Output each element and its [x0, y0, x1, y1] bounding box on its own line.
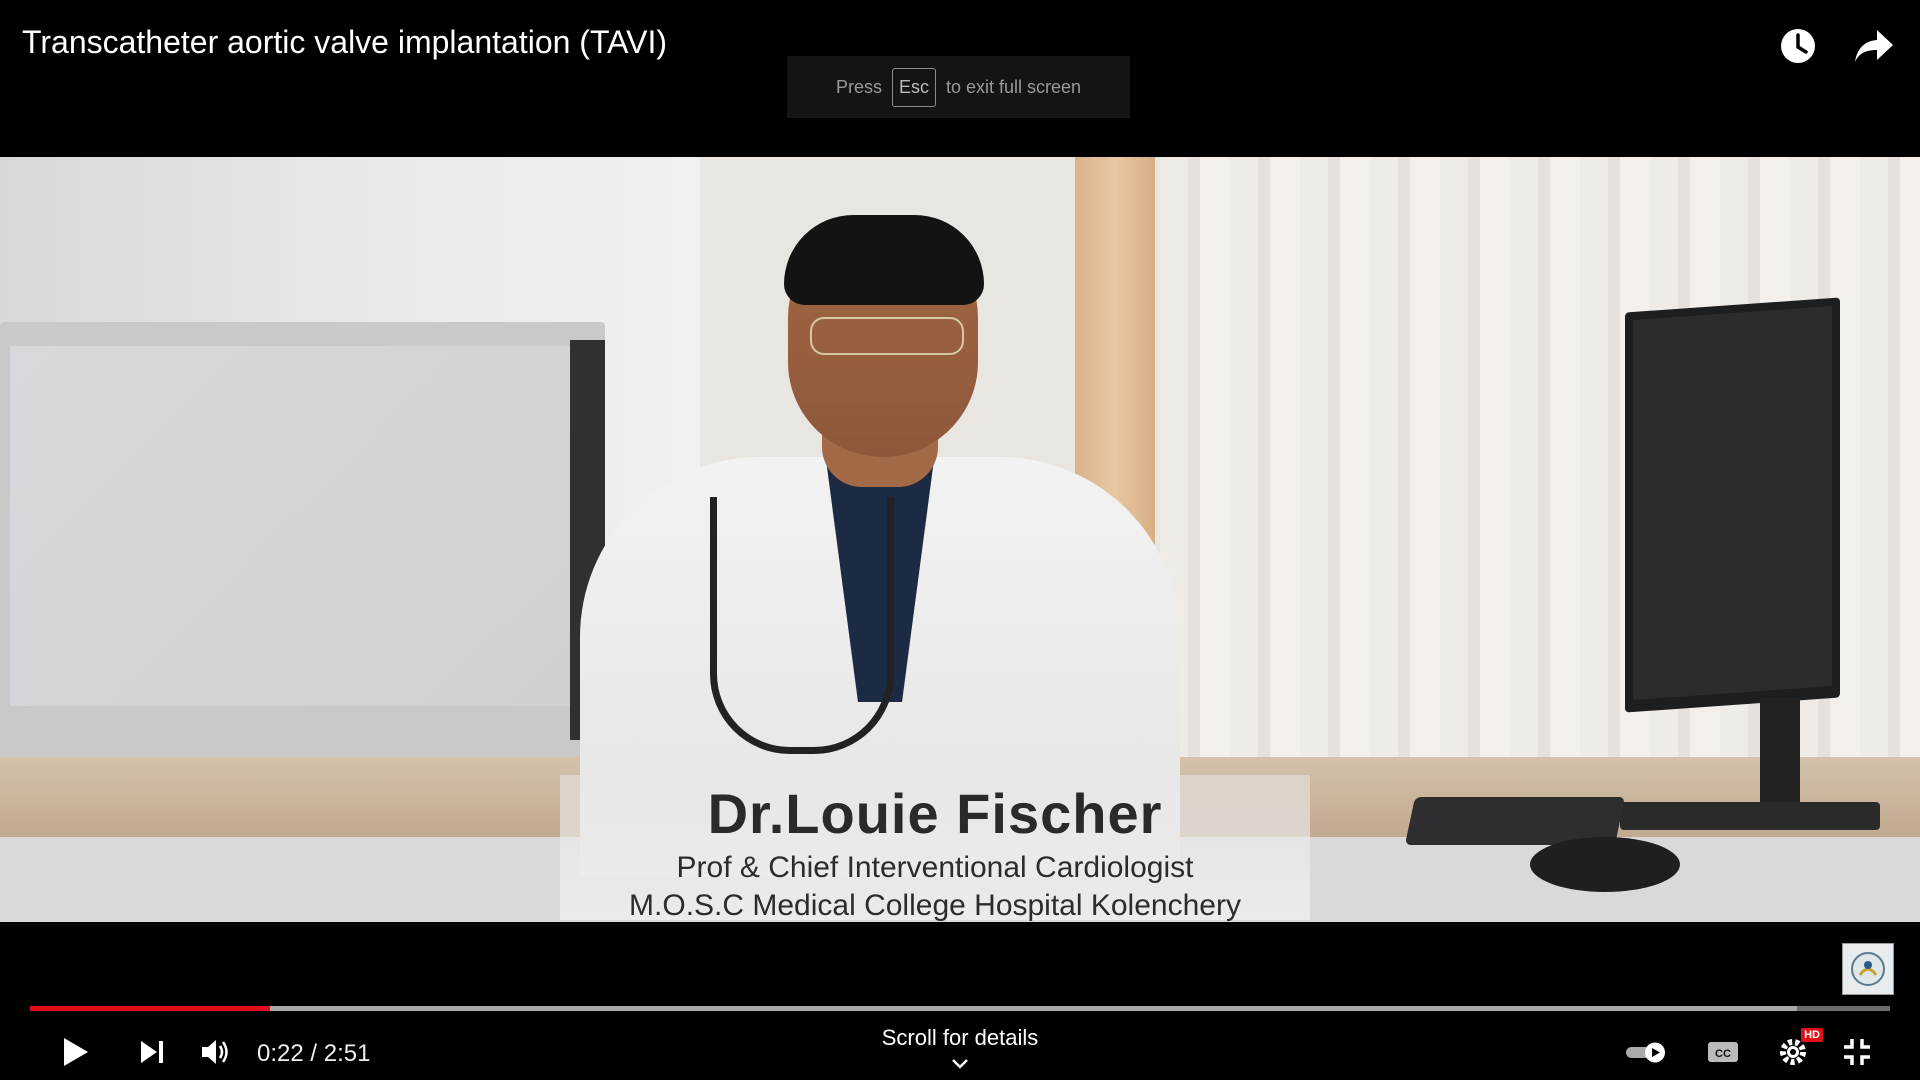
next-button[interactable] — [132, 1030, 172, 1074]
autoplay-toggle[interactable] — [1622, 1030, 1670, 1074]
mute-button[interactable] — [196, 1030, 236, 1074]
clock-icon — [1781, 29, 1815, 63]
fullscreen-exit-hint: Press Esc to exit full screen — [787, 56, 1130, 118]
volume-icon — [202, 1040, 228, 1064]
progress-played — [30, 1006, 270, 1011]
speaker-name: Dr.Louie Fischer — [707, 782, 1163, 845]
video-title: Transcatheter aortic valve implantation … — [22, 24, 667, 60]
svg-text:CC: CC — [1715, 1048, 1731, 1060]
speaker-organization: M.O.S.C Medical College Hospital Kolench… — [629, 889, 1241, 922]
play-button[interactable] — [56, 1030, 96, 1074]
share-arrow-icon — [1855, 30, 1893, 62]
doctor-figure — [560, 197, 1200, 877]
hint-press-text: Press — [835, 76, 882, 97]
channel-watermark[interactable] — [1842, 943, 1894, 995]
progress-bar[interactable] — [30, 1006, 1890, 1011]
autoplay-toggle-icon — [1626, 1042, 1665, 1063]
scene-monitor — [1625, 297, 1840, 713]
exit-fullscreen-icon — [1844, 1039, 1870, 1065]
settings-button[interactable]: HD — [1771, 1028, 1823, 1074]
xray-viewer — [0, 322, 605, 777]
speaker-role: Prof & Chief Interventional Cardiologist — [676, 851, 1194, 884]
scroll-for-details[interactable]: Scroll for details — [860, 1025, 1060, 1051]
progress-loaded — [30, 1006, 1797, 1011]
skip-next-icon — [141, 1041, 163, 1063]
stethoscope — [710, 497, 894, 754]
exit-fullscreen-button[interactable] — [1837, 1030, 1877, 1074]
esc-key: Esc — [891, 67, 936, 107]
hd-badge: HD — [1801, 1028, 1823, 1042]
captions-button[interactable]: CC — [1703, 1030, 1743, 1074]
hint-message: to exit full screen — [945, 76, 1082, 97]
video-frame[interactable]: Dr.Louie Fischer Prof & Chief Interventi… — [0, 157, 1920, 922]
cc-icon: CC — [1708, 1042, 1738, 1062]
time-display: 0:22 / 2:51 — [257, 1040, 371, 1067]
chevron-down-icon[interactable] — [946, 1054, 974, 1074]
share-button[interactable] — [1850, 22, 1898, 70]
player-controls: 0:22 / 2:51 Scroll for details CC HD — [0, 1020, 1920, 1080]
top-actions — [1774, 22, 1898, 70]
play-icon — [64, 1038, 88, 1066]
watch-later-button[interactable] — [1774, 22, 1822, 70]
scene-mouse — [1530, 837, 1680, 892]
glasses — [810, 317, 964, 355]
lower-third-caption: Dr.Louie Fischer Prof & Chief Interventi… — [560, 775, 1310, 922]
emblem-icon — [1851, 952, 1885, 986]
